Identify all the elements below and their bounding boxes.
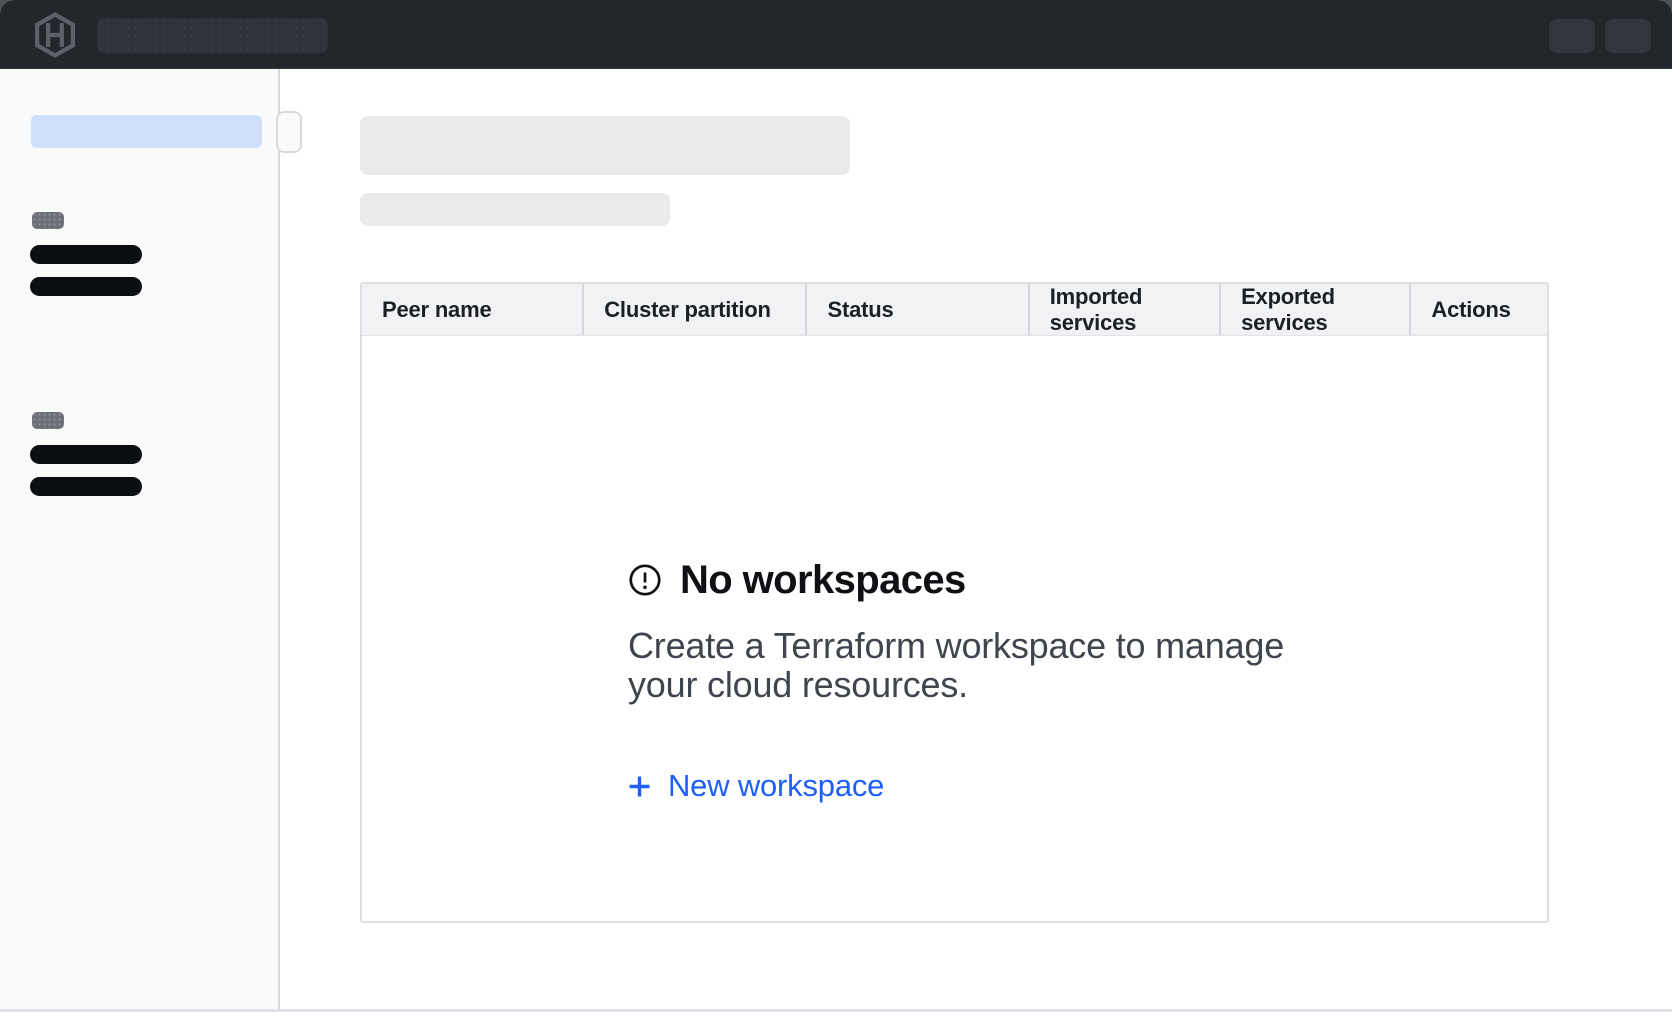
sidebar [0,69,280,1009]
sidebar-section-label-skeleton-2 [32,412,64,429]
column-header-imported-services: Imported services [1030,284,1221,335]
page-subtitle-skeleton [360,193,670,226]
sidebar-collapse-handle[interactable] [276,111,302,153]
column-header-peer-name: Peer name [362,284,584,335]
sidebar-nav-item-skeleton-3[interactable] [30,445,142,464]
column-header-cluster-partition: Cluster partition [584,284,807,335]
app-window: Peer name Cluster partition Status Impor… [0,0,1672,1012]
empty-state: No workspaces Create a Terraform workspa… [628,560,1388,804]
column-header-actions: Actions [1411,284,1547,335]
peers-table: Peer name Cluster partition Status Impor… [360,282,1549,923]
plus-icon [628,775,651,798]
column-header-exported-services: Exported services [1221,284,1411,335]
sidebar-nav-item-skeleton-2[interactable] [30,277,142,296]
sidebar-active-item-skeleton[interactable] [31,115,262,148]
new-workspace-link-label: New workspace [668,768,884,804]
topbar-button-skeleton-1[interactable] [1549,19,1595,53]
page-title-skeleton [360,116,850,175]
new-workspace-link[interactable]: New workspace [628,768,1388,804]
empty-state-header: No workspaces [628,560,1388,600]
empty-state-description: Create a Terraform workspace to manage y… [628,626,1328,704]
empty-state-title: No workspaces [680,558,966,603]
hashicorp-logo-icon [33,12,77,58]
topbar-button-skeleton-2[interactable] [1605,19,1651,53]
sidebar-nav-item-skeleton-4[interactable] [30,477,142,496]
table-body: No workspaces Create a Terraform workspa… [362,336,1547,921]
topbar-search-skeleton[interactable] [97,18,328,53]
main-content: Peer name Cluster partition Status Impor… [282,69,1672,1009]
table-header-row: Peer name Cluster partition Status Impor… [362,284,1547,336]
column-header-status: Status [807,284,1029,335]
topbar [0,0,1672,69]
alert-circle-icon [628,563,662,597]
sidebar-section-label-skeleton-1 [32,212,64,229]
sidebar-nav-item-skeleton-1[interactable] [30,245,142,264]
